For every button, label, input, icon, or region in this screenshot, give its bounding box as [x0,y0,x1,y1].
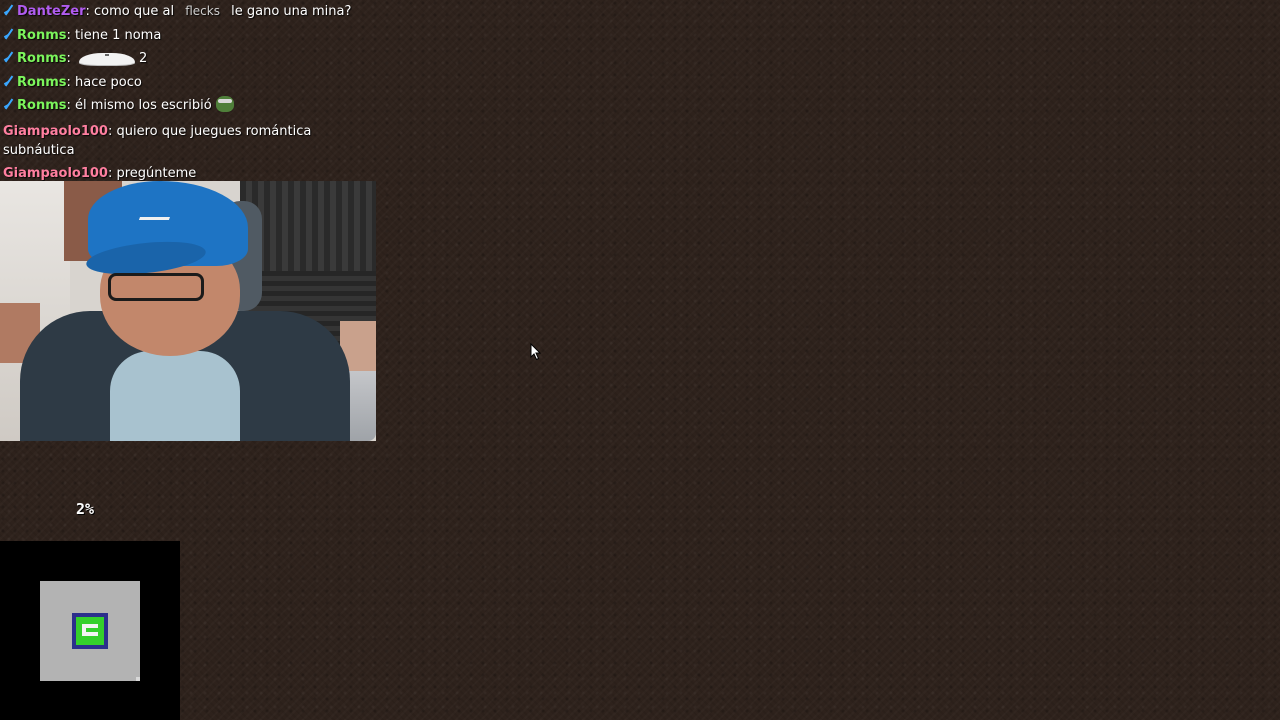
chat-message: DanteZer: como que al flecks le gano una… [0,0,380,23]
mouse-cursor-icon [530,343,542,361]
dish-emote-icon [79,48,135,66]
chat-message: Ronms: hace poco [0,72,380,94]
sword-badge-icon [3,28,14,40]
progress-percent: 2% [76,500,95,518]
black-panel [0,541,180,720]
chat-username: Giampaolo100 [3,123,108,139]
sword-badge-icon [3,51,14,63]
chat-text: le gano una mina? [231,4,352,19]
webcam-glasses [108,273,204,301]
pepe-emote-icon [215,96,234,112]
webcam-shirt-print [110,351,240,441]
tile-corner-mark [136,677,140,681]
cap-logo-icon [138,203,176,220]
chat-text: hace poco [75,74,142,90]
chat-message: Ronms: tiene 1 noma [0,25,380,47]
sword-badge-icon [3,75,14,87]
chat-text: él mismo los escribió [75,98,212,113]
webcam-feed [0,181,376,441]
chat-text: tiene 1 noma [75,27,162,43]
chat-message: Giampaolo100: quiero que juegues románti… [3,123,312,158]
chat-username: Giampaolo100 [3,166,108,181]
chat-username: Ronms [17,98,67,113]
flecks-emote: flecks [185,4,220,18]
chat-text: 2 [139,51,148,66]
green-block-icon [72,613,108,649]
chat-text: pregúnteme [116,166,197,181]
chat-message: Ronms: 2 [0,48,380,70]
chat-overlay: DanteZer: como que al flecks le gano una… [0,0,380,187]
chat-username: DanteZer [17,4,86,19]
chat-text: como que al [94,4,175,19]
chat-username: Ronms [17,51,67,66]
gray-tile [40,581,140,681]
sword-badge-icon [3,98,14,110]
chat-username: Ronms [17,27,67,43]
sword-badge-icon [3,4,14,16]
chat-message: Ronms: él mismo los escribió [0,95,380,117]
chat-username: Ronms [17,74,67,90]
green-block-face [76,617,104,645]
